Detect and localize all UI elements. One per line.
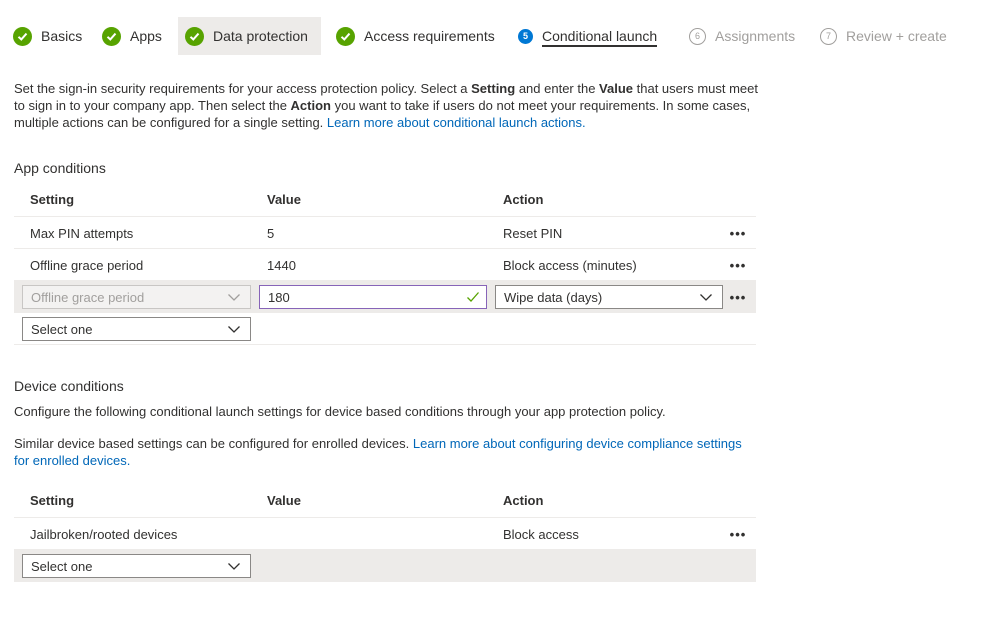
table-row[interactable]: Jailbroken/rooted devices Block access •… (14, 518, 756, 550)
intro-text: and enter the (515, 81, 600, 96)
step-label: Data protection (213, 28, 308, 44)
device-note-text: Similar device based settings can be con… (14, 436, 413, 451)
more-options-icon[interactable]: ••• (728, 524, 748, 544)
new-row: Select one (14, 550, 756, 582)
setting-select-dropdown[interactable]: Select one (22, 317, 251, 341)
setting-select-dropdown[interactable]: Select one (22, 554, 251, 578)
header-action: Action (503, 493, 544, 508)
step-review-create[interactable]: 7 Review + create (820, 17, 947, 55)
device-conditions-table: Setting Value Action Jailbroken/rooted d… (14, 484, 756, 582)
step-assignments[interactable]: 6 Assignments (689, 17, 795, 55)
step-label: Apps (130, 28, 162, 44)
device-conditions-note: Similar device based settings can be con… (14, 435, 754, 469)
device-conditions-description: Configure the following conditional laun… (14, 404, 666, 419)
new-row: Select one (14, 313, 756, 345)
more-options-icon[interactable]: ••• (728, 223, 748, 243)
app-conditions-table: Setting Value Action Max PIN attempts 5 … (14, 183, 756, 345)
checkmark-icon (13, 26, 32, 46)
more-options-icon[interactable]: ••• (728, 287, 748, 307)
step-label: Access requirements (364, 28, 495, 44)
edit-row: Offline grace period 180 Wipe data (days… (14, 281, 756, 313)
step-label: Review + create (846, 28, 947, 44)
row-action: Reset PIN (503, 226, 563, 241)
setting-select-placeholder: Select one (31, 321, 93, 337)
row-action: Block access (minutes) (503, 258, 637, 273)
checkmark-icon (336, 26, 355, 46)
value-input[interactable]: 180 (259, 285, 487, 309)
more-options-icon[interactable]: ••• (728, 255, 748, 275)
table-header: Setting Value Action (14, 183, 756, 217)
table-row[interactable]: Max PIN attempts 5 Reset PIN ••• (14, 217, 756, 249)
step-apps[interactable]: Apps (102, 17, 162, 55)
checkmark-icon (185, 26, 204, 46)
step-data-protection[interactable]: Data protection (178, 17, 321, 55)
table-row[interactable]: Offline grace period 1440 Block access (… (14, 249, 756, 281)
row-setting: Max PIN attempts (30, 226, 134, 241)
app-conditions-title: App conditions (14, 160, 106, 176)
step-number-icon: 6 (689, 27, 706, 45)
action-dropdown-value: Wipe data (days) (504, 289, 603, 305)
intro-text: Set the sign-in security requirements fo… (14, 81, 472, 96)
table-header: Setting Value Action (14, 484, 756, 518)
step-number-icon: 7 (820, 27, 837, 45)
intro-bold-setting: Setting (471, 81, 516, 96)
action-dropdown[interactable]: Wipe data (days) (495, 285, 723, 309)
intro-bold-action: Action (290, 98, 331, 113)
step-basics[interactable]: Basics (13, 17, 82, 55)
step-access-requirements[interactable]: Access requirements (336, 17, 495, 55)
step-label: Assignments (715, 28, 796, 44)
setting-select-placeholder: Select one (31, 558, 93, 574)
step-number-icon: 5 (518, 28, 533, 44)
intro-description: Set the sign-in security requirements fo… (14, 80, 759, 131)
chevron-down-icon (700, 294, 712, 301)
intro-bold-value: Value (599, 81, 634, 96)
step-label: Conditional launch (542, 28, 658, 47)
chevron-down-icon (228, 294, 240, 301)
checkmark-icon (467, 292, 479, 302)
setting-dropdown-value: Offline grace period (31, 289, 145, 305)
row-value: 5 (267, 226, 275, 241)
header-action: Action (503, 192, 544, 207)
header-value: Value (267, 192, 301, 207)
setting-dropdown-disabled: Offline grace period (22, 285, 251, 309)
chevron-down-icon (228, 326, 240, 333)
row-setting: Jailbroken/rooted devices (30, 527, 178, 542)
row-action: Block access (503, 527, 579, 542)
value-input-text: 180 (268, 289, 290, 305)
wizard-steps: Basics Apps Data protection Access requi… (0, 17, 999, 55)
device-conditions-title: Device conditions (14, 378, 124, 394)
header-value: Value (267, 493, 301, 508)
header-setting: Setting (30, 192, 75, 207)
conditional-launch-learn-more-link[interactable]: Learn more about conditional launch acti… (327, 115, 586, 130)
step-label: Basics (41, 28, 83, 44)
chevron-down-icon (228, 563, 240, 570)
row-setting: Offline grace period (30, 258, 144, 273)
header-setting: Setting (30, 493, 75, 508)
checkmark-icon (102, 26, 121, 46)
step-conditional-launch[interactable]: 5 Conditional launch (518, 17, 658, 55)
row-value: 1440 (267, 258, 296, 273)
